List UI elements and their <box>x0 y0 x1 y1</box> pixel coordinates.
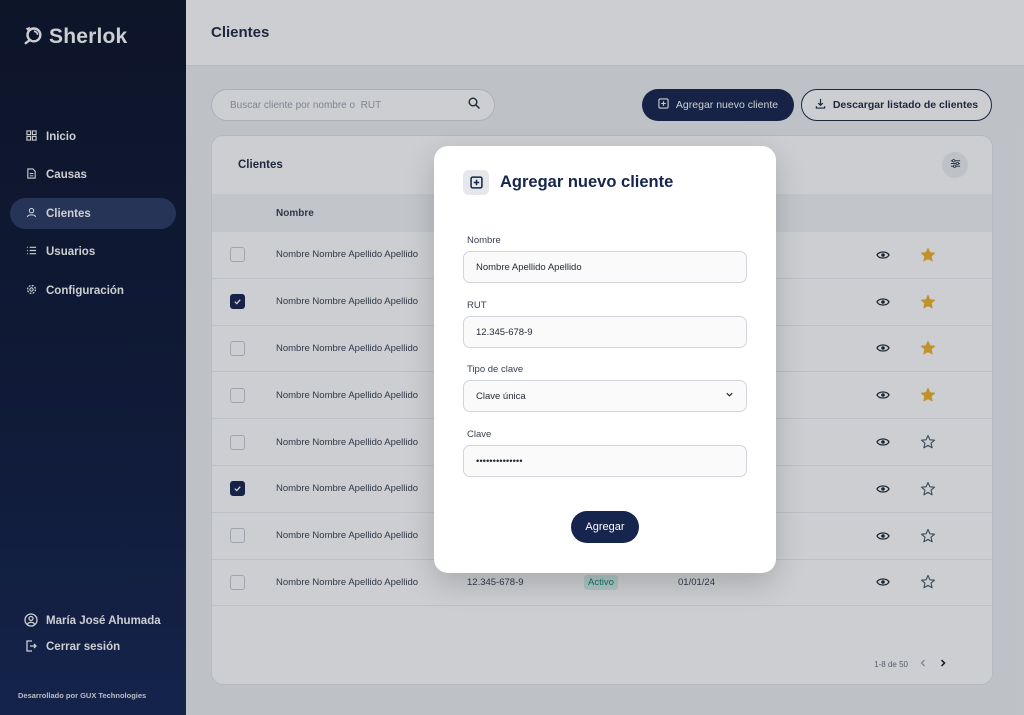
tipo-clave-value: Clave única <box>476 390 526 402</box>
clave-field: Clave •••••••••••••• <box>463 429 747 477</box>
chevron-down-icon <box>725 390 734 402</box>
clave-value: •••••••••••••• <box>476 455 523 467</box>
clave-input[interactable]: •••••••••••••• <box>463 445 747 477</box>
tipo-clave-field: Tipo de clave Clave única <box>463 364 747 412</box>
rut-field: RUT 12.345-678-9 <box>463 300 747 348</box>
submit-button[interactable]: Agregar <box>571 511 639 543</box>
tipo-clave-label: Tipo de clave <box>467 364 524 375</box>
clave-label: Clave <box>467 429 492 440</box>
rut-value: 12.345-678-9 <box>476 326 533 338</box>
nombre-label: Nombre <box>467 235 501 246</box>
modal-header: Agregar nuevo cliente <box>463 170 673 195</box>
nombre-input[interactable]: Nombre Apellido Apellido <box>463 251 747 283</box>
nombre-field: Nombre Nombre Apellido Apellido <box>463 235 747 283</box>
plus-square-icon <box>463 170 489 195</box>
rut-input[interactable]: 12.345-678-9 <box>463 316 747 348</box>
rut-label: RUT <box>467 300 487 311</box>
add-client-modal: Agregar nuevo cliente Nombre Nombre Apel… <box>434 146 776 573</box>
modal-title: Agregar nuevo cliente <box>500 173 674 191</box>
tipo-clave-select[interactable]: Clave única <box>463 380 747 412</box>
nombre-value: Nombre Apellido Apellido <box>476 261 582 273</box>
